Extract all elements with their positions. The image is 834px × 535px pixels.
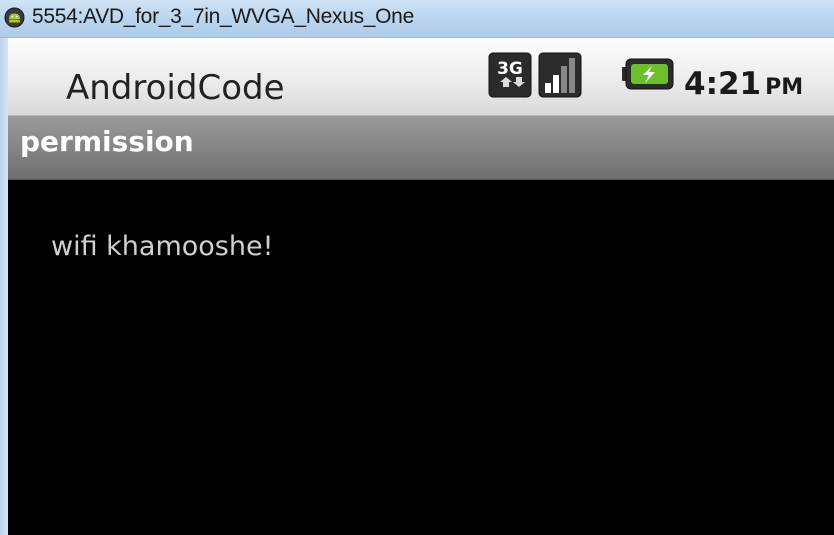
signal-strength-icon	[538, 52, 582, 98]
window-title: 5554:AVD_for_3_7in_WVGA_Nexus_One	[32, 5, 414, 28]
activity-title: permission	[20, 125, 194, 158]
svg-text:3G: 3G	[497, 59, 523, 79]
emulator-window: 5554:AVD_for_3_7in_WVGA_Nexus_One Androi…	[0, 0, 834, 535]
window-frame-left	[0, 38, 8, 535]
status-clock: 4:21 PM	[684, 66, 803, 102]
clock-time: 4:21	[684, 66, 762, 102]
status-app-title: AndroidCode	[66, 68, 285, 108]
clock-ampm: PM	[765, 75, 804, 100]
activity-title-bar: permission	[8, 116, 834, 180]
3g-data-icon: 3G	[488, 52, 532, 98]
window-title-bar[interactable]: 5554:AVD_for_3_7in_WVGA_Nexus_One	[0, 0, 834, 38]
message-text: wifi khamooshe!	[51, 231, 274, 262]
battery-charging-icon	[622, 58, 674, 90]
activity-content: wifi khamooshe!	[8, 180, 834, 535]
android-emulator-icon	[4, 7, 25, 28]
android-status-bar: AndroidCode 3G 4:21 PM	[8, 38, 834, 116]
